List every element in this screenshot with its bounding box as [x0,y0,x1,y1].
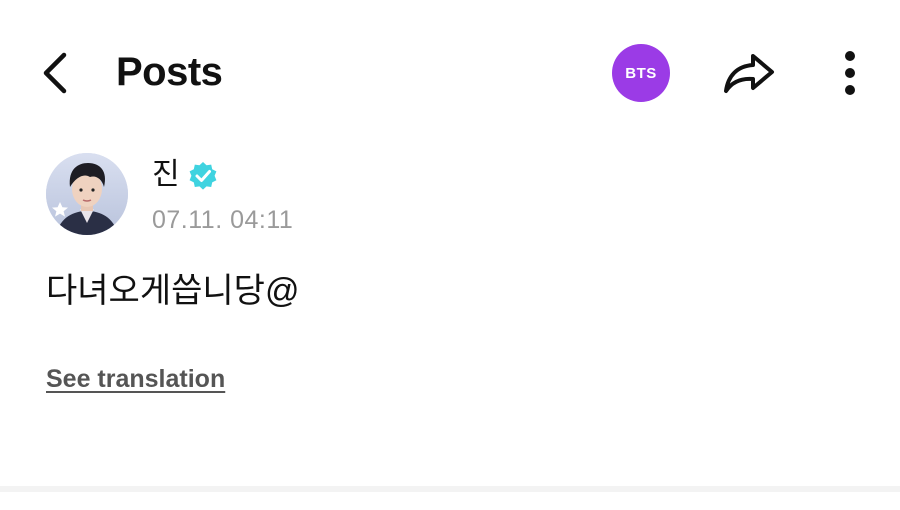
more-options-button[interactable] [828,46,872,100]
post-timestamp: 07.11. 04:11 [152,206,294,234]
top-app-bar: Posts BTS [0,0,900,140]
more-vertical-icon [845,51,855,95]
see-translation-link[interactable]: See translation [46,362,225,396]
back-button[interactable] [30,45,80,100]
author-avatar[interactable] [46,153,128,235]
avatar-image [46,153,128,235]
post-body-text: 다녀오게씁니당@ [46,272,300,310]
author-name[interactable]: 진 [152,155,180,195]
verified-badge-icon [189,162,217,190]
artist-community-button[interactable]: BTS [612,44,670,102]
chevron-left-icon [43,52,67,93]
section-divider [0,486,900,492]
share-arrow-icon [724,54,774,93]
share-button[interactable] [718,46,780,100]
post-detail-screen: Posts BTS 진 07.11. 04:11 다녀오게씁니당@ See tr… [0,0,900,510]
page-title: Posts [116,50,223,94]
